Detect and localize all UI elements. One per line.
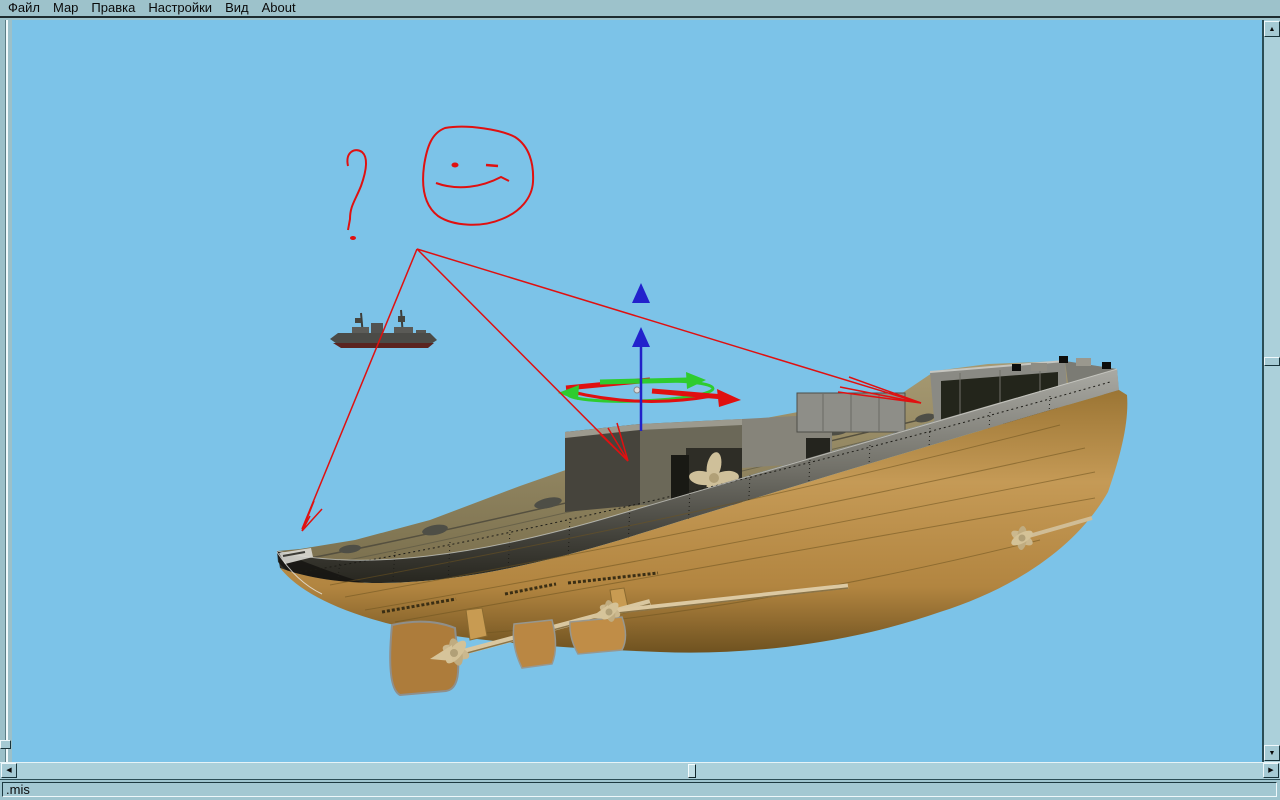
menu-view[interactable]: Вид <box>221 0 253 16</box>
vertical-scrollbar[interactable]: ▲ ▼ <box>1262 20 1280 762</box>
arrow-right-icon: ▶ <box>1268 767 1274 774</box>
gizmo-blue-arrowhead[interactable] <box>632 327 650 347</box>
horizontal-scrollbar-thumb[interactable] <box>688 764 696 778</box>
horizontal-scrollbar[interactable]: ◀ ▶ <box>0 762 1280 780</box>
gizmo-blue-arrowhead-upper[interactable] <box>632 283 650 303</box>
scroll-left-button[interactable]: ◀ <box>1 763 17 778</box>
gizmo-red-arrowhead[interactable] <box>717 389 741 407</box>
menu-about[interactable]: About <box>258 0 300 16</box>
status-bar: .mis <box>0 780 1280 800</box>
arrow-down-icon: ▼ <box>1268 749 1276 757</box>
left-slider-groove <box>5 20 8 762</box>
menu-bar: Файл Мар Правка Настройки Вид About <box>0 0 1280 18</box>
menu-map[interactable]: Мар <box>49 0 82 16</box>
menu-file[interactable]: Файл <box>4 0 44 16</box>
vertical-scrollbar-thumb[interactable] <box>1264 357 1280 366</box>
menu-edit[interactable]: Правка <box>87 0 139 16</box>
mission-editor-window: Файл Мар Правка Настройки Вид About ▲ ▼ … <box>0 0 1280 800</box>
viewport-3d[interactable] <box>12 20 1262 762</box>
arrow-left-icon: ◀ <box>6 767 12 774</box>
gizmo-green-arrowhead[interactable] <box>686 372 706 389</box>
status-filename: .mis <box>2 782 1277 797</box>
torpedo-boat-model[interactable] <box>276 356 1128 697</box>
scroll-up-button[interactable]: ▲ <box>1264 21 1280 37</box>
scroll-down-button[interactable]: ▼ <box>1264 745 1280 761</box>
gizmo-center[interactable] <box>633 386 641 394</box>
sad-face-drawing <box>422 125 535 226</box>
arrow-up-icon: ▲ <box>1268 25 1276 33</box>
left-slider-thumb[interactable] <box>0 740 11 749</box>
axis-gizmo[interactable] <box>558 283 741 431</box>
menu-settings[interactable]: Настройки <box>144 0 216 16</box>
scroll-right-button[interactable]: ▶ <box>1263 763 1279 778</box>
left-slider[interactable] <box>0 20 12 762</box>
question-mark-drawing <box>346 149 368 240</box>
main-area: ▲ ▼ <box>0 20 1280 762</box>
